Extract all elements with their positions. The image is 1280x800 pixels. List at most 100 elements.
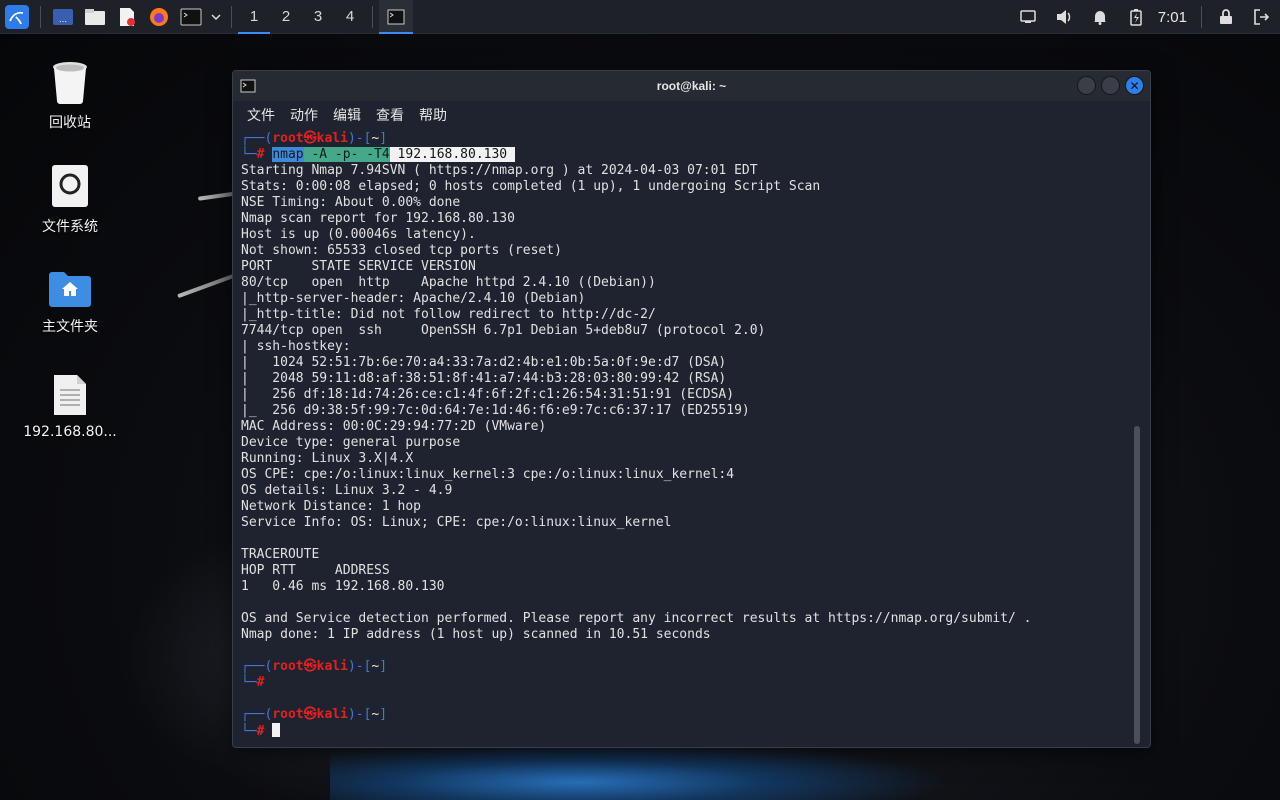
output-line: Nmap done: 1 IP address (1 host up) scan… [241,627,711,642]
prompt-user-host: root㉿kali [272,659,348,674]
text-editor-launcher[interactable] [111,0,143,34]
output-line: OS and Service detection performed. Plea… [241,611,1032,626]
desktop-icon-textfile[interactable]: 192.168.80... [15,374,125,440]
lock-screen-button[interactable] [1208,0,1244,34]
output-line: Service Info: OS: Linux; CPE: cpe:/o:lin… [241,515,672,530]
output-line: HOP RTT ADDRESS [241,563,390,578]
volume-tray-button[interactable] [1046,0,1082,34]
launcher-dropdown-button[interactable] [207,0,225,34]
terminal-text: )-[ [347,131,372,146]
terminal-text: )-[ [347,707,372,722]
menu-view[interactable]: 查看 [376,105,404,125]
workspace-1[interactable]: 1 [238,0,270,34]
terminal-text: ┌──( [241,659,273,674]
menu-file[interactable]: 文件 [247,105,275,125]
desktop-icon-trash[interactable]: 回收站 [15,60,125,132]
output-line: 80/tcp open http Apache httpd 2.4.10 ((D… [241,275,656,290]
output-line: PORT STATE SERVICE VERSION [241,259,476,274]
prompt-line: ┌──(root㉿kali)-[~] [241,131,1130,147]
panel-separator [231,5,232,28]
app-menu-button[interactable] [0,0,34,34]
text-cursor [272,723,281,737]
workspace-3[interactable]: 3 [302,0,334,34]
command-target: 192.168.80.130 [389,147,515,162]
terminal-text: ] [379,659,388,674]
output-line: |_ 256 d9:38:5f:99:7c:0d:64:7e:1d:46:f6:… [241,403,750,418]
desktop-wallpaper-wave [330,740,950,800]
output-line: OS CPE: cpe:/o:linux:linux_kernel:3 cpe:… [241,467,735,482]
trash-icon [53,62,87,104]
output-line: |_http-title: Did not follow redirect to… [241,307,656,322]
menu-actions[interactable]: 动作 [290,105,318,125]
show-desktop-button[interactable]: … [47,0,79,34]
terminal-text: ┌──( [241,131,273,146]
prompt-symbol: # [256,675,265,690]
command-name: nmap [272,147,304,162]
menu-help[interactable]: 帮助 [419,105,447,125]
minimize-button[interactable] [1077,76,1096,95]
taskbar-terminal-window[interactable] [379,0,413,34]
file-manager-launcher[interactable] [79,0,111,34]
system-tray: 7:01 [1010,0,1280,34]
close-button[interactable]: ✕ [1125,76,1144,95]
command-line: └─# nmap -A -p- -T4 192.168.80.130 [241,147,1130,163]
window-menu-button[interactable] [233,71,263,101]
terminal-text: └─ [241,675,257,690]
input-line: └─# [241,675,1130,691]
desktop-icon-label: 192.168.80... [23,424,117,440]
terminal-launcher[interactable] [175,0,207,34]
wallpaper-streak [177,273,235,299]
filesystem-icon [52,165,88,207]
volume-icon [1056,10,1071,24]
output-line: | 256 df:18:1d:74:26:ce:c1:4f:6f:2f:c1:2… [241,387,735,402]
terminal-text: )-[ [347,659,372,674]
output-line: | 2048 59:11:d8:af:38:51:8f:41:a7:44:b3:… [241,371,727,386]
network-icon [1020,10,1036,23]
command-arg: -A [303,147,328,162]
output-line: Device type: general purpose [241,435,461,450]
output-line: NSE Timing: About 0.00% done [241,195,461,210]
terminal-text: ] [379,131,388,146]
window-titlebar[interactable]: root@kali: ~ ✕ [233,71,1150,101]
desktop-icon-filesystem[interactable]: 文件系统 [15,164,125,236]
prompt-line: ┌──(root㉿kali)-[~] [241,707,1130,723]
network-tray-button[interactable] [1010,0,1046,34]
output-line: OS details: Linux 3.2 - 4.9 [241,483,453,498]
output-line: |_http-server-header: Apache/2.4.10 (Deb… [241,291,586,306]
firefox-launcher[interactable] [143,0,175,34]
close-icon: ✕ [1129,78,1140,93]
desktop-icon-label: 主文件夹 [42,319,98,335]
menu-edit[interactable]: 编辑 [333,105,361,125]
terminal-scrollbar[interactable] [1134,131,1140,744]
terminal-output[interactable]: ┌──(root㉿kali)-[~] └─# nmap -A -p- -T4 19… [241,131,1130,747]
clock[interactable]: 7:01 [1154,9,1195,26]
maximize-button[interactable] [1101,76,1120,95]
text-editor-icon [120,7,135,26]
output-line: 7744/tcp open ssh OpenSSH 6.7p1 Debian 5… [241,323,766,338]
output-line: Network Distance: 1 hop [241,499,422,514]
scrollbar-thumb[interactable] [1134,426,1140,744]
top-panel: … 1 2 3 4 7:01 [0,0,1280,34]
terminal-icon [240,79,256,93]
folder-icon [85,8,105,25]
prompt-user-host: root㉿kali [272,707,348,722]
command-arg: -p- [327,147,359,162]
firefox-icon [150,7,168,26]
power-tray-button[interactable] [1118,0,1154,34]
desktop-icon-home[interactable]: 主文件夹 [15,270,125,336]
notifications-tray-button[interactable] [1082,0,1118,34]
terminal-text: ] [379,707,388,722]
workspace-4[interactable]: 4 [334,0,366,34]
workspace-2[interactable]: 2 [270,0,302,34]
panel-separator [1201,6,1202,28]
output-line: Running: Linux 3.X|4.X [241,451,414,466]
kali-logo-icon [5,4,29,29]
panel-separator [40,5,41,28]
lock-icon [1220,9,1232,24]
logout-button[interactable] [1244,0,1280,34]
desktop-icon-label: 回收站 [49,115,91,131]
